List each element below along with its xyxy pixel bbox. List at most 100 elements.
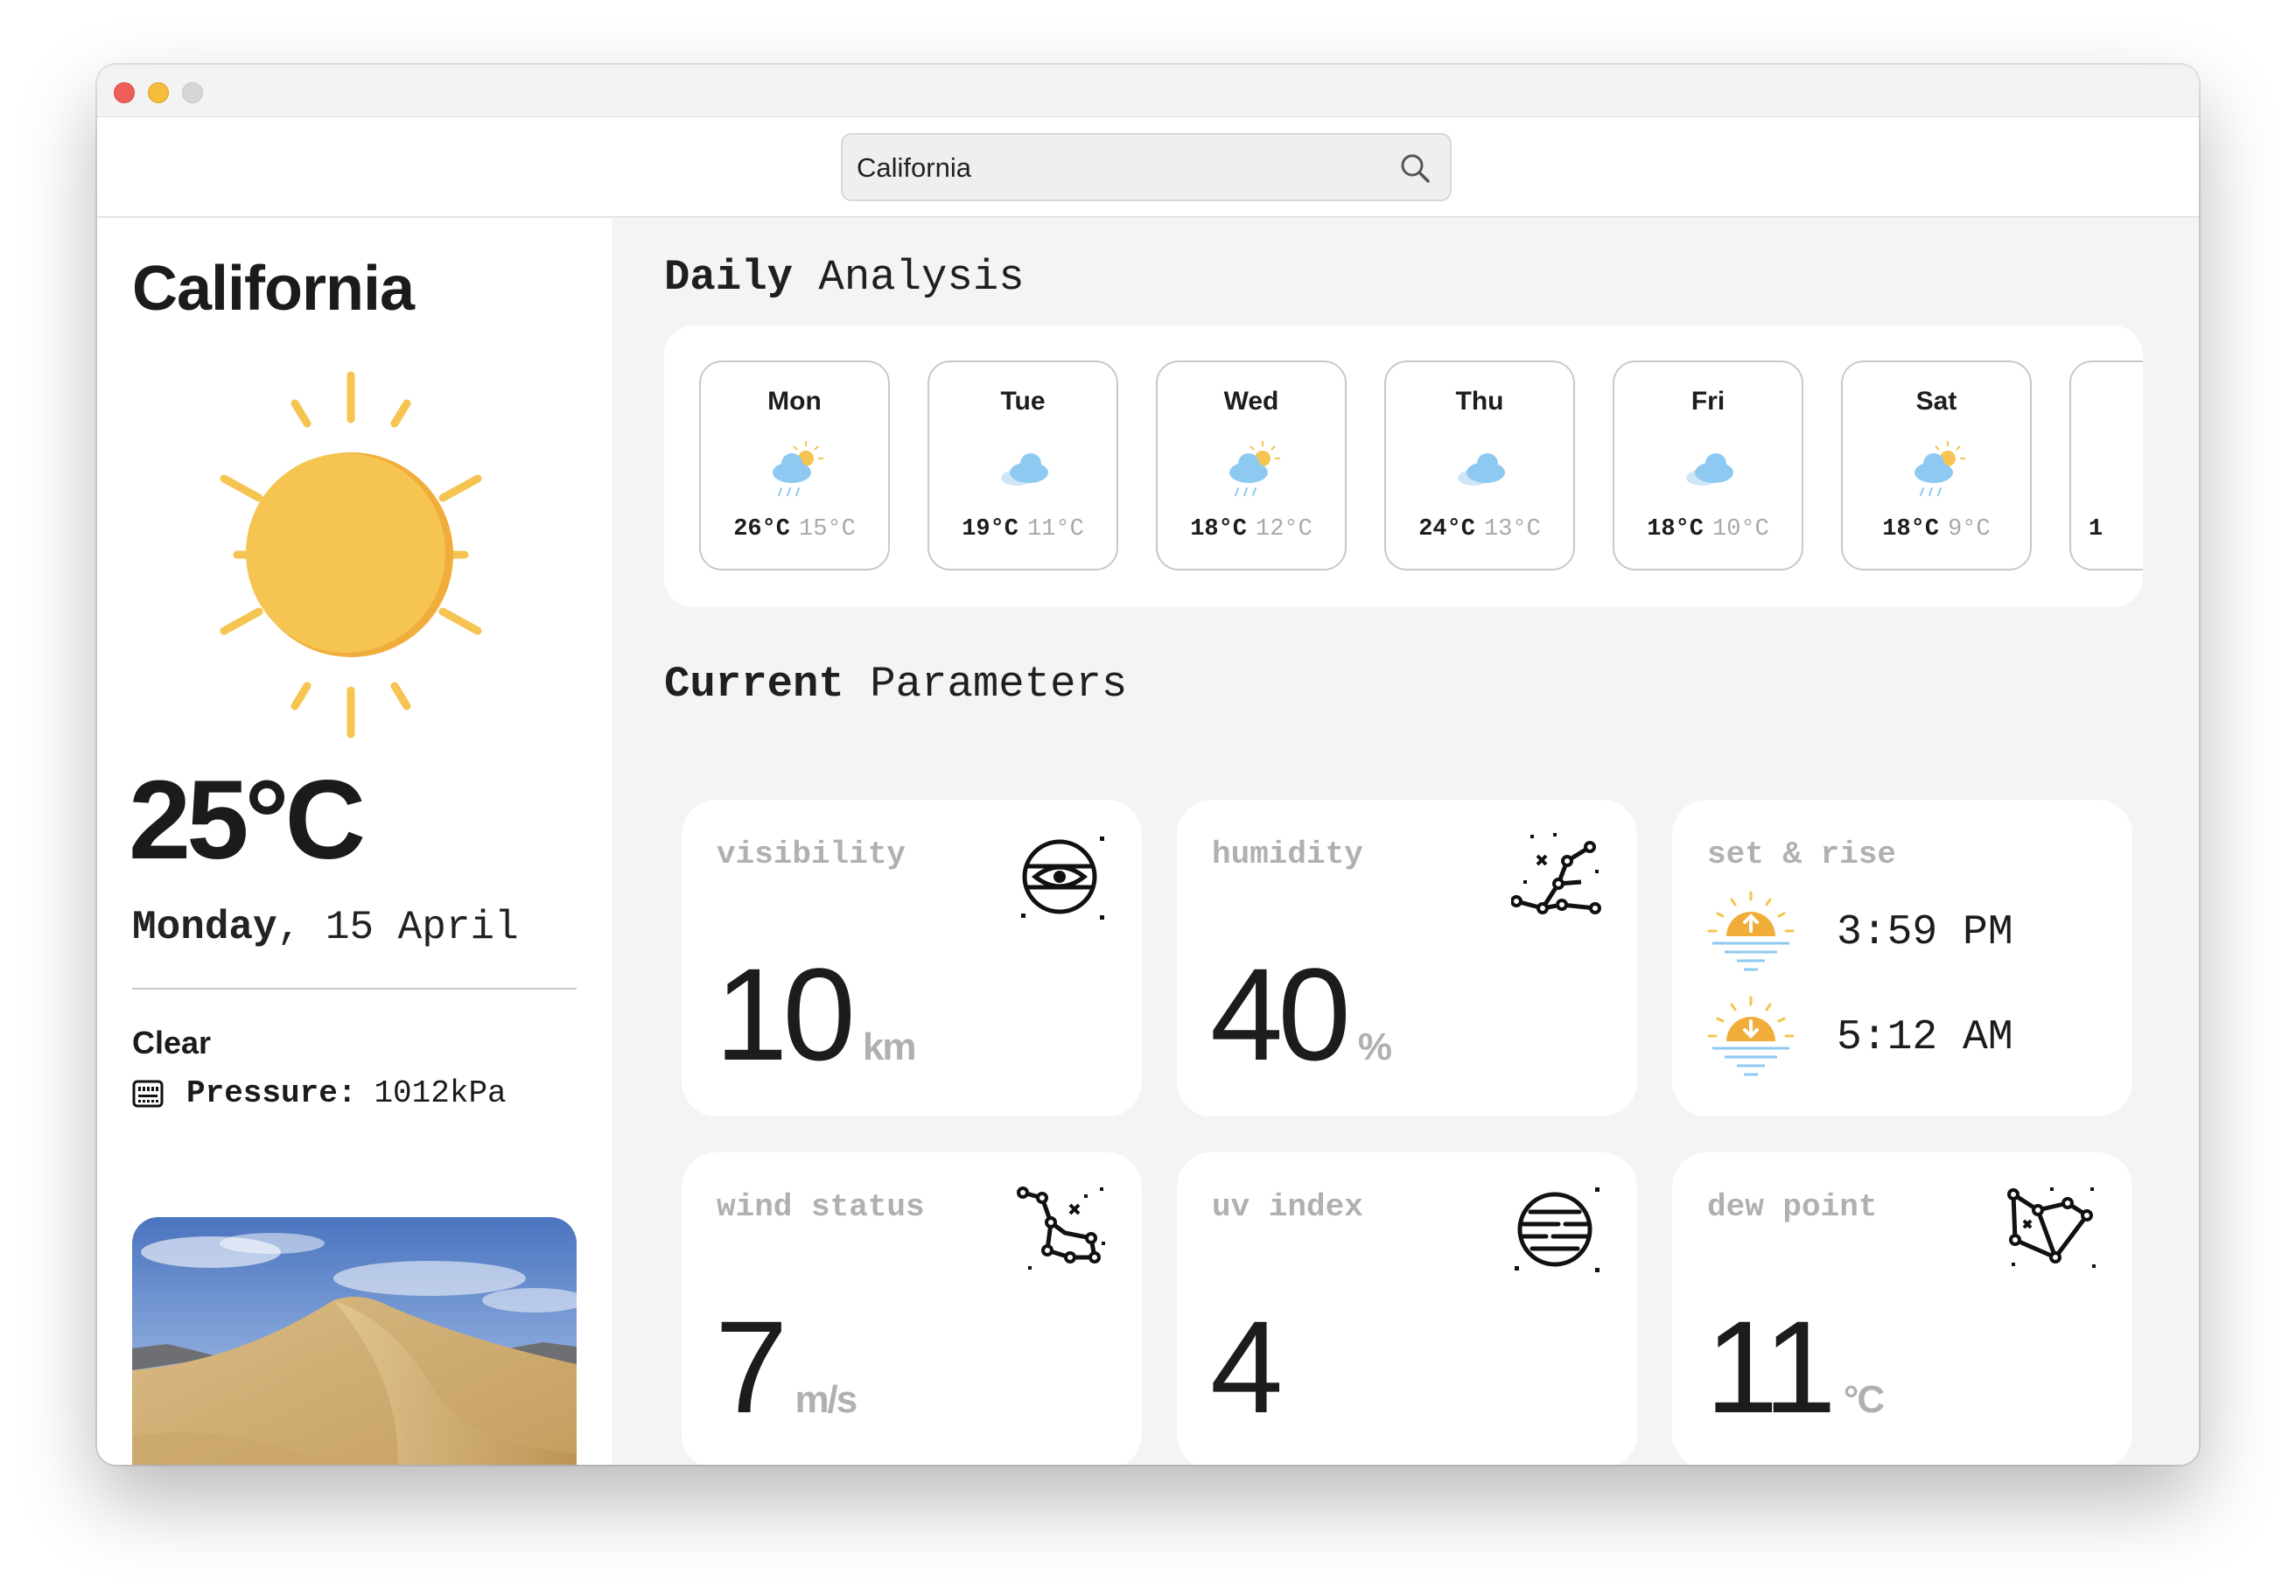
day-card[interactable]: Sat 18°C 9°C [1841, 360, 2032, 570]
high-temp: 18°C [1882, 516, 1940, 542]
sun-cloud-rain-icon [1914, 441, 1965, 496]
low-temp: 12°C [1256, 516, 1312, 542]
card-value: 11 °C [1705, 1301, 1885, 1432]
current-title-bold: Current [664, 660, 844, 709]
humidity-card: humidity 40% [1177, 800, 1637, 1116]
cloud-icon [1686, 453, 1733, 486]
day-temps: 1 [2089, 516, 2143, 542]
striped-planet-icon [1515, 1187, 1600, 1272]
day-temps: 26°C 15°C [701, 516, 888, 542]
constellation-icon [1017, 1186, 1105, 1270]
day-name: Tue [1000, 387, 1046, 416]
sidebar: California 25°C Monday, 15 April Clear P… [97, 218, 612, 1465]
day-temps: 19°C 11°C [929, 516, 1116, 542]
constellation-icon [1511, 833, 1601, 914]
pressure-value: 1012kPa [374, 1075, 507, 1111]
low-temp: 11°C [1027, 516, 1084, 542]
dew-value: 11 [1705, 1293, 1837, 1440]
day-card[interactable]: Tue 19°C 11°C [928, 360, 1118, 570]
sunrise-row: 3:59 PM [1705, 887, 2013, 978]
eye-planet-icon [1021, 836, 1104, 920]
constellation-icon [2007, 1187, 2096, 1268]
current-date: Monday, 15 April [132, 905, 519, 950]
dew-unit: °C [1843, 1378, 1885, 1421]
card-label: uv index [1212, 1189, 1363, 1225]
uv-value: 4 [1210, 1293, 1283, 1440]
cloud-icon [1001, 453, 1048, 486]
low-temp: 9°C [1948, 516, 1991, 542]
day-card[interactable]: Mon 26°C 15°C [699, 360, 890, 570]
day-card[interactable]: Fri 18°C 10°C [1613, 360, 1803, 570]
card-label: humidity [1212, 836, 1363, 872]
high-temp: 18°C [1190, 516, 1247, 542]
search-icon[interactable] [1399, 152, 1431, 184]
low-temp: 15°C [799, 516, 856, 542]
card-label: dew point [1707, 1189, 1878, 1225]
toolbar [97, 117, 2199, 218]
sunset-icon [1707, 996, 1795, 1076]
humidity-value: 40 [1210, 941, 1351, 1088]
high-temp: 1 [2089, 516, 2104, 542]
search-box[interactable] [841, 133, 1452, 201]
zoom-button[interactable] [182, 82, 203, 103]
sun-cloud-rain-icon [773, 441, 823, 496]
card-value: 10 km [715, 948, 917, 1080]
day-temps: 18°C 10°C [1614, 516, 1802, 542]
card-value: 4 [1210, 1301, 1283, 1432]
day-name: Wed [1223, 387, 1279, 416]
visibility-card: visibility 10 km [682, 800, 1142, 1116]
divider [132, 988, 577, 990]
day-temps: 18°C 12°C [1158, 516, 1345, 542]
date-text: , 15 April [276, 905, 519, 950]
sun-icon [220, 371, 482, 738]
wind-status-card: wind status 7 m/s [682, 1152, 1142, 1465]
day-name: Mon [767, 387, 822, 416]
sunrise-sunset-card: set & rise 3:59 PM 5:12 AM [1672, 800, 2132, 1116]
visibility-value: 10 [715, 941, 856, 1088]
daily-forecast-panel[interactable]: Mon 26°C 15°C Tue 19°C 11°C Wed 18°C 12°… [664, 326, 2143, 607]
pressure-row: Pressure: 1012kPa [132, 1075, 507, 1111]
card-label: wind status [717, 1189, 925, 1225]
barometer-icon [132, 1080, 164, 1107]
cloud-icon [1458, 453, 1505, 486]
card-value: 7 m/s [715, 1301, 858, 1432]
humidity-unit: % [1357, 1026, 1392, 1068]
daily-analysis-title: Daily Analysis [664, 253, 1025, 302]
city-name: California [132, 254, 415, 324]
current-temperature: 25°C [129, 758, 366, 883]
high-temp: 26°C [733, 516, 790, 542]
sunset-row: 5:12 AM [1705, 992, 2013, 1083]
current-title-rest: Parameters [844, 660, 1128, 709]
desert-dune-photo [132, 1217, 577, 1465]
wind-unit: m/s [794, 1378, 858, 1421]
search-input[interactable] [855, 135, 1383, 201]
visibility-unit: km [862, 1026, 917, 1068]
day-card[interactable]: Thu 24°C 13°C [1384, 360, 1575, 570]
daily-title-bold: Daily [664, 253, 794, 302]
high-temp: 18°C [1647, 516, 1704, 542]
close-button[interactable] [114, 82, 135, 103]
card-label: set & rise [1707, 836, 1897, 872]
title-bar [97, 65, 2199, 117]
sun-cloud-rain-icon [1229, 441, 1280, 496]
day-name: Thu [1455, 387, 1504, 416]
day-temps: 18°C 9°C [1843, 516, 2030, 542]
day-name: Sat [1915, 387, 1957, 416]
sunset-time: 5:12 AM [1837, 1014, 2013, 1061]
wind-value: 7 [715, 1293, 788, 1440]
day-name: Fri [1690, 387, 1726, 416]
weather-condition: Clear [132, 1025, 212, 1060]
sunrise-icon [1707, 891, 1795, 971]
high-temp: 24°C [1418, 516, 1475, 542]
low-temp: 10°C [1712, 516, 1769, 542]
card-label: visibility [717, 836, 906, 872]
pressure-label: Pressure: [186, 1075, 357, 1111]
day-card[interactable]: Wed 18°C 12°C [1156, 360, 1347, 570]
minimize-button[interactable] [148, 82, 169, 103]
low-temp: 13°C [1484, 516, 1541, 542]
app-window: California 25°C Monday, 15 April Cl [97, 65, 2199, 1465]
day-temps: 24°C 13°C [1386, 516, 1573, 542]
sunrise-time: 3:59 PM [1837, 909, 2013, 956]
day-card-partial[interactable]: 1 [2069, 360, 2143, 570]
main-content: Daily Analysis Mon 26°C 15°C Tue 19°C 11… [612, 218, 2199, 1465]
